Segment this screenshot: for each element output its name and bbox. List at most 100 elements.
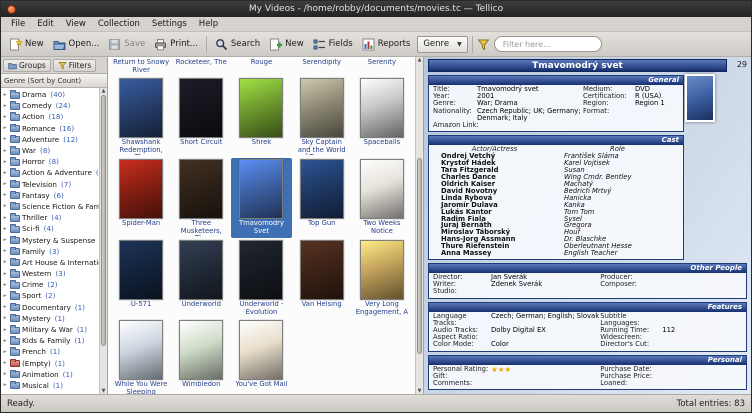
print-icon (154, 38, 167, 51)
scroll-up-arrow-icon[interactable]: ▲ (416, 57, 423, 63)
main-toolbar: New Open... Save Print... Search New Fie… (1, 32, 751, 57)
movie-item[interactable]: Van Helsing (292, 239, 352, 318)
genre-label: Fantasy (22, 191, 50, 200)
genre-tree-item[interactable]: ▸Action(18) (1, 111, 99, 122)
menu-item-collection[interactable]: Collection (92, 18, 146, 30)
genre-tree-item[interactable]: ▸Family(3) (1, 246, 99, 257)
field-value: Color (491, 341, 600, 348)
genre-tree-item[interactable]: ▸Fantasy(6) (1, 190, 99, 201)
filter-input[interactable] (494, 36, 602, 52)
filter-funnel-icon[interactable] (477, 38, 490, 51)
menu-item-edit[interactable]: Edit (31, 18, 59, 30)
movie-item[interactable]: Underworld - Evolution (231, 239, 291, 318)
movie-item[interactable]: While You Were Sleeping (111, 319, 171, 394)
genre-tree-item[interactable]: ▸Adventure(12) (1, 134, 99, 145)
scroll-up-arrow-icon[interactable]: ▲ (100, 88, 107, 94)
folder-icon (10, 136, 20, 143)
movie-item[interactable]: Sky Captain and the World of Tomorrow (292, 77, 352, 157)
filters-toggle-button[interactable]: Filters (53, 59, 96, 72)
movie-title-label[interactable]: Return to Snowy River (111, 59, 171, 74)
genre-tree-item[interactable]: ▸Sport(2) (1, 290, 99, 301)
new-entry-button[interactable]: New (265, 36, 308, 53)
movie-title-label[interactable]: Serenity (352, 59, 412, 74)
movie-title-label[interactable]: Serendipity (292, 59, 352, 74)
menu-item-file[interactable]: File (5, 18, 31, 30)
print-button[interactable]: Print... (150, 36, 202, 53)
movie-item[interactable]: Two Weeks Notice (352, 158, 412, 238)
genre-tree-item[interactable]: ▸Mystery & Suspense(4) (1, 234, 99, 245)
genre-tree-item[interactable]: ▸French(1) (1, 346, 99, 357)
sidebar-scrollbar[interactable]: ▲ ▼ (99, 88, 107, 394)
genre-tree-item[interactable]: ▸(Empty)(1) (1, 358, 99, 369)
expander-icon: ▸ (2, 103, 8, 109)
genre-tree-item[interactable]: ▸Mystery(1) (1, 313, 99, 324)
movie-title-label[interactable]: Rocketeer, The (171, 59, 231, 74)
movie-item[interactable]: Top Gun (292, 158, 352, 238)
movie-item[interactable]: You've Got Mail (231, 319, 291, 394)
amazon-link-label[interactable]: Amazon Link: (433, 122, 479, 129)
movie-item[interactable]: Very Long Engagement, A (352, 239, 412, 318)
expander-icon: ▸ (2, 203, 8, 209)
genre-tree-item[interactable]: ▸Military & War(1) (1, 324, 99, 335)
menu-item-help[interactable]: Help (193, 18, 224, 30)
open-button[interactable]: Open... (49, 36, 104, 53)
main-area: Groups Filters Genre (Sort by Count) ▸Dr… (1, 57, 751, 394)
genre-tree-item[interactable]: ▸Animation(1) (1, 369, 99, 380)
scroll-down-arrow-icon[interactable]: ▼ (416, 388, 423, 394)
movie-item[interactable]: Shrek (231, 77, 291, 157)
field-value (491, 288, 600, 295)
field-value (491, 380, 600, 387)
close-button[interactable] (7, 5, 16, 14)
section-other-people-header: Other People (429, 264, 746, 273)
movie-item[interactable]: Wimbledon (171, 319, 231, 394)
genre-tree-item[interactable]: ▸Television(7) (1, 179, 99, 190)
sidebar-scroll-thumb[interactable] (101, 95, 106, 346)
genre-tree-item[interactable]: ▸Kids & Family(1) (1, 335, 99, 346)
fields-button[interactable]: Fields (309, 36, 357, 53)
genre-label: Horror (22, 157, 45, 166)
genre-tree-item[interactable]: ▸Crime(2) (1, 279, 99, 290)
genre-tree-item[interactable]: ▸Romance(16) (1, 123, 99, 134)
movie-item[interactable]: Underworld (171, 239, 231, 318)
genre-tree-item[interactable]: ▸Musical(1) (1, 380, 99, 391)
genre-tree-item[interactable]: ▸Sci-fi(4) (1, 223, 99, 234)
movie-item[interactable]: Spider-Man (111, 158, 171, 238)
genre-count: (2) (47, 280, 57, 289)
movie-item[interactable]: Shawshank Redemption, The (111, 77, 171, 157)
scroll-down-arrow-icon[interactable]: ▼ (100, 388, 107, 394)
movie-item[interactable]: Three Musketeers, The (171, 158, 231, 238)
movie-item[interactable]: Tmavomodrý Svet (231, 158, 291, 238)
movie-item[interactable]: Short Circuit (171, 77, 231, 157)
group-by-select[interactable]: Genre ▼ (417, 36, 467, 53)
menu-item-settings[interactable]: Settings (146, 18, 193, 30)
reports-button[interactable]: Reports (358, 36, 415, 53)
icon-view-scroll-thumb[interactable] (417, 158, 422, 353)
movie-cover-image (179, 240, 223, 300)
genre-tree-item[interactable]: ▸Thriller(4) (1, 212, 99, 223)
groups-toggle-button[interactable]: Groups (3, 59, 51, 72)
genre-tree-item[interactable]: ▸Drama(40) (1, 89, 99, 100)
genre-tree-item[interactable]: ▸Comedy(24) (1, 100, 99, 111)
new-collection-button[interactable]: New (5, 36, 48, 53)
genre-tree-item[interactable]: ▸Art House & International(3) (1, 257, 99, 268)
genre-tree-item[interactable]: ▸Action & Adventure(8) (1, 167, 99, 178)
search-button[interactable]: Search (211, 36, 264, 53)
movie-cover-image (239, 320, 283, 380)
genre-tree-item[interactable]: ▸Documentary(1) (1, 302, 99, 313)
icon-view-scrollbar[interactable]: ▲ ▼ (415, 57, 423, 394)
folder-icon (10, 114, 20, 121)
save-button[interactable]: Save (104, 36, 149, 53)
movie-title-label[interactable]: Rouge (231, 59, 291, 74)
movie-item[interactable]: U-571 (111, 239, 171, 318)
menu-item-view[interactable]: View (60, 18, 92, 30)
genre-label: Kids & Family (22, 336, 70, 345)
fields-label: Fields (329, 39, 353, 49)
genre-tree-item[interactable]: ▸Science Fiction & Fantasy(6) (1, 201, 99, 212)
genre-tree-item[interactable]: ▸War(8) (1, 145, 99, 156)
genre-tree-item[interactable]: ▸Western(3) (1, 268, 99, 279)
movie-item[interactable]: Spaceballs (352, 77, 412, 157)
genre-tree-item[interactable]: ▸Horror(8) (1, 156, 99, 167)
movie-title-label: Underworld (172, 301, 230, 309)
group-column-header[interactable]: Genre (Sort by Count) (1, 74, 107, 88)
genre-count: (7) (61, 180, 71, 189)
